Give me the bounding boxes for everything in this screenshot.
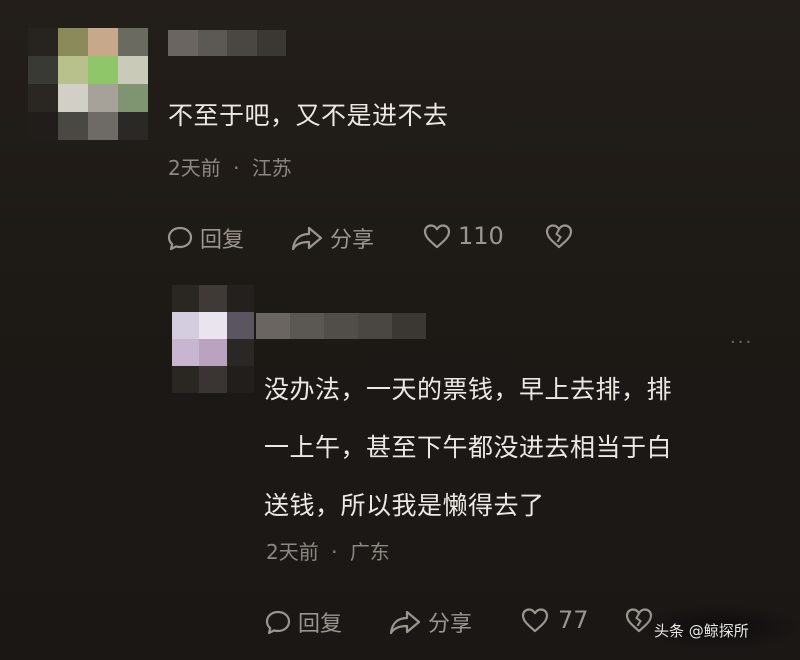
share-button[interactable]: 分享 xyxy=(388,606,472,638)
comment-time: 2天前 xyxy=(266,540,319,564)
comment-meta: 2天前 · 广东 xyxy=(266,536,390,565)
username-blurred[interactable] xyxy=(168,30,286,56)
comment-bubble-icon xyxy=(264,608,292,636)
like-count: 77 xyxy=(558,606,589,634)
share-arrow-icon xyxy=(388,608,422,636)
meta-separator: · xyxy=(233,156,240,180)
comment-bubble-icon xyxy=(166,224,194,252)
dislike-button[interactable] xyxy=(544,222,574,250)
comment-text: 不至于吧，又不是进不去 xyxy=(168,101,449,130)
heart-icon xyxy=(422,222,452,250)
comment-line: 一上午，甚至下午都没进去相当于白 xyxy=(264,433,673,462)
share-arrow-icon xyxy=(290,224,324,252)
avatar[interactable] xyxy=(172,285,254,393)
comment-text: 没办法，一天的票钱，早上去排，排 一上午，甚至下午都没进去相当于白 送钱，所以我… xyxy=(264,368,784,528)
share-button[interactable]: 分享 xyxy=(290,222,374,254)
like-button[interactable]: 77 xyxy=(520,606,589,634)
meta-separator: · xyxy=(331,540,338,564)
username-blurred[interactable] xyxy=(256,313,426,339)
comment-time: 2天前 xyxy=(168,156,221,180)
reply-button[interactable]: 回复 xyxy=(166,222,244,254)
like-count: 110 xyxy=(458,222,504,250)
share-label: 分享 xyxy=(330,228,375,253)
avatar[interactable] xyxy=(28,28,148,140)
reply-label: 回复 xyxy=(298,612,343,637)
heart-icon xyxy=(520,606,550,634)
comment-line: 送钱，所以我是懒得去了 xyxy=(264,491,545,520)
watermark: 头条 @鲸探所 xyxy=(654,622,749,640)
share-label: 分享 xyxy=(428,612,473,637)
like-button[interactable]: 110 xyxy=(422,222,504,250)
comment-meta: 2天前 · 江苏 xyxy=(168,152,292,181)
reply-button[interactable]: 回复 xyxy=(264,606,342,638)
broken-heart-icon xyxy=(544,222,574,250)
more-options-button[interactable]: ··· xyxy=(730,332,753,353)
reply-label: 回复 xyxy=(200,228,245,253)
comment-line: 没办法，一天的票钱，早上去排，排 xyxy=(264,375,673,404)
comment-location: 广东 xyxy=(349,540,390,564)
comment-location: 江苏 xyxy=(251,156,292,180)
